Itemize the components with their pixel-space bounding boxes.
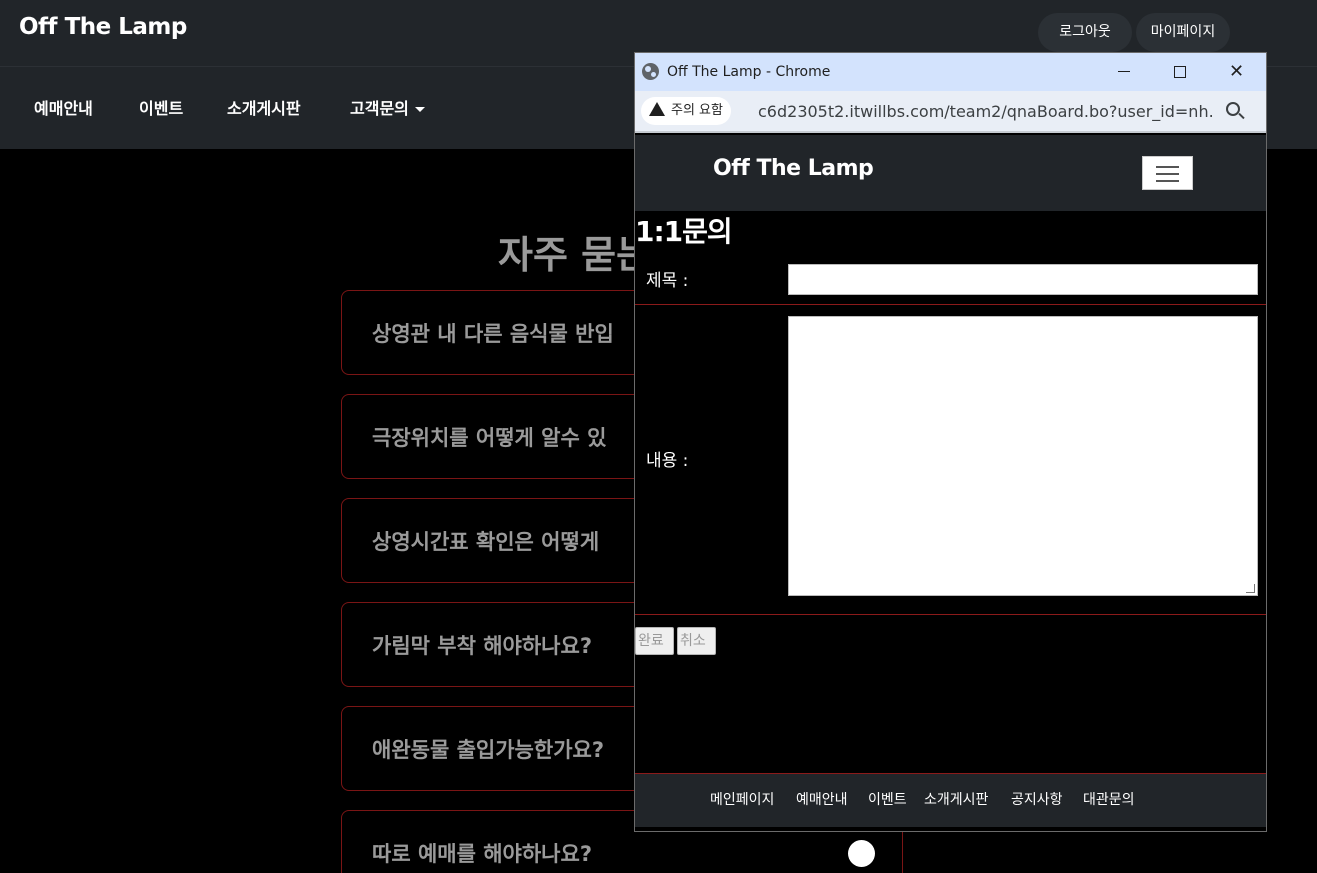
window-title: Off The Lamp - Chrome (667, 64, 831, 80)
faq-question: 애완동물 출입가능한가요? (372, 738, 605, 762)
footer-link-event[interactable]: 이벤트 (868, 789, 907, 809)
cancel-button[interactable]: 취소 (677, 627, 716, 655)
zoom-icon[interactable] (1226, 102, 1240, 116)
nav-item-support-label: 고객문의 (350, 99, 409, 118)
menu-toggle-button[interactable] (1142, 156, 1193, 190)
subject-input[interactable] (788, 264, 1258, 295)
security-warning-label: 주의 요함 (671, 103, 723, 118)
resize-handle-icon[interactable] (1246, 584, 1255, 593)
faq-question: 상영시간표 확인은 어떻게 (372, 530, 600, 554)
faq-question: 극장위치를 어떻게 알수 있 (372, 426, 607, 450)
footer-link-rental-inquiry[interactable]: 대관문의 (1083, 789, 1135, 809)
maximize-button[interactable] (1152, 53, 1208, 91)
faq-title: 자주 묻는 (498, 233, 652, 277)
popup-header: Off The Lamp (635, 135, 1266, 211)
minimize-icon (1118, 71, 1130, 72)
footer-link-intro-board[interactable]: 소개게시판 (924, 789, 988, 809)
row-divider (635, 614, 1266, 615)
faq-toggle-icon[interactable] (848, 840, 875, 867)
hamburger-icon (1156, 166, 1179, 168)
logout-button[interactable]: 로그아웃 (1038, 13, 1132, 52)
content-label: 내용 : (646, 451, 689, 471)
minimize-button[interactable] (1096, 53, 1152, 91)
faq-question: 상영관 내 다른 음식물 반입 (372, 322, 614, 346)
popup-footer: 메인페이지 예매안내 이벤트 소개게시판 공지사항 대관문의 (635, 773, 1266, 827)
submit-button[interactable]: 완료 (635, 627, 674, 655)
nav-item-event[interactable]: 이벤트 (139, 95, 183, 119)
mypage-button[interactable]: 마이페이지 (1136, 13, 1230, 52)
maximize-icon (1174, 66, 1186, 78)
security-warning-chip[interactable]: 주의 요함 (641, 97, 731, 125)
caret-down-icon (414, 107, 425, 112)
footer-link-main[interactable]: 메인페이지 (710, 789, 774, 809)
nav-item-booking[interactable]: 예매안내 (34, 95, 93, 119)
form-title: 1:1문의 (635, 215, 733, 248)
footer-link-booking[interactable]: 예매안내 (796, 789, 848, 809)
address-bar[interactable]: 주의 요함 c6d2305t2.itwillbs.com/team2/qnaBo… (635, 91, 1266, 133)
subject-label: 제목 : (646, 271, 689, 291)
nav-item-support[interactable]: 고객문의 (350, 95, 425, 119)
site-brand[interactable]: Off The Lamp (19, 14, 187, 40)
faq-question: 가림막 부착 해야하나요? (372, 634, 593, 658)
nav-item-intro-board[interactable]: 소개게시판 (227, 95, 301, 119)
url-text[interactable]: c6d2305t2.itwillbs.com/team2/qnaBoard.bo… (758, 102, 1213, 121)
row-divider (635, 304, 1266, 305)
close-icon: ✕ (1229, 61, 1245, 82)
warning-icon (649, 102, 665, 116)
content-textarea[interactable] (788, 316, 1258, 596)
popup-brand[interactable]: Off The Lamp (713, 156, 874, 181)
popup-titlebar[interactable]: Off The Lamp - Chrome ✕ (635, 53, 1266, 91)
footer-link-notice[interactable]: 공지사항 (1011, 789, 1063, 809)
popup-window: Off The Lamp - Chrome ✕ 주의 요함 c6d2305t2.… (634, 52, 1267, 832)
faq-question: 따로 예매를 해야하나요? (372, 842, 593, 866)
globe-icon (642, 63, 659, 80)
close-button[interactable]: ✕ (1208, 53, 1264, 91)
